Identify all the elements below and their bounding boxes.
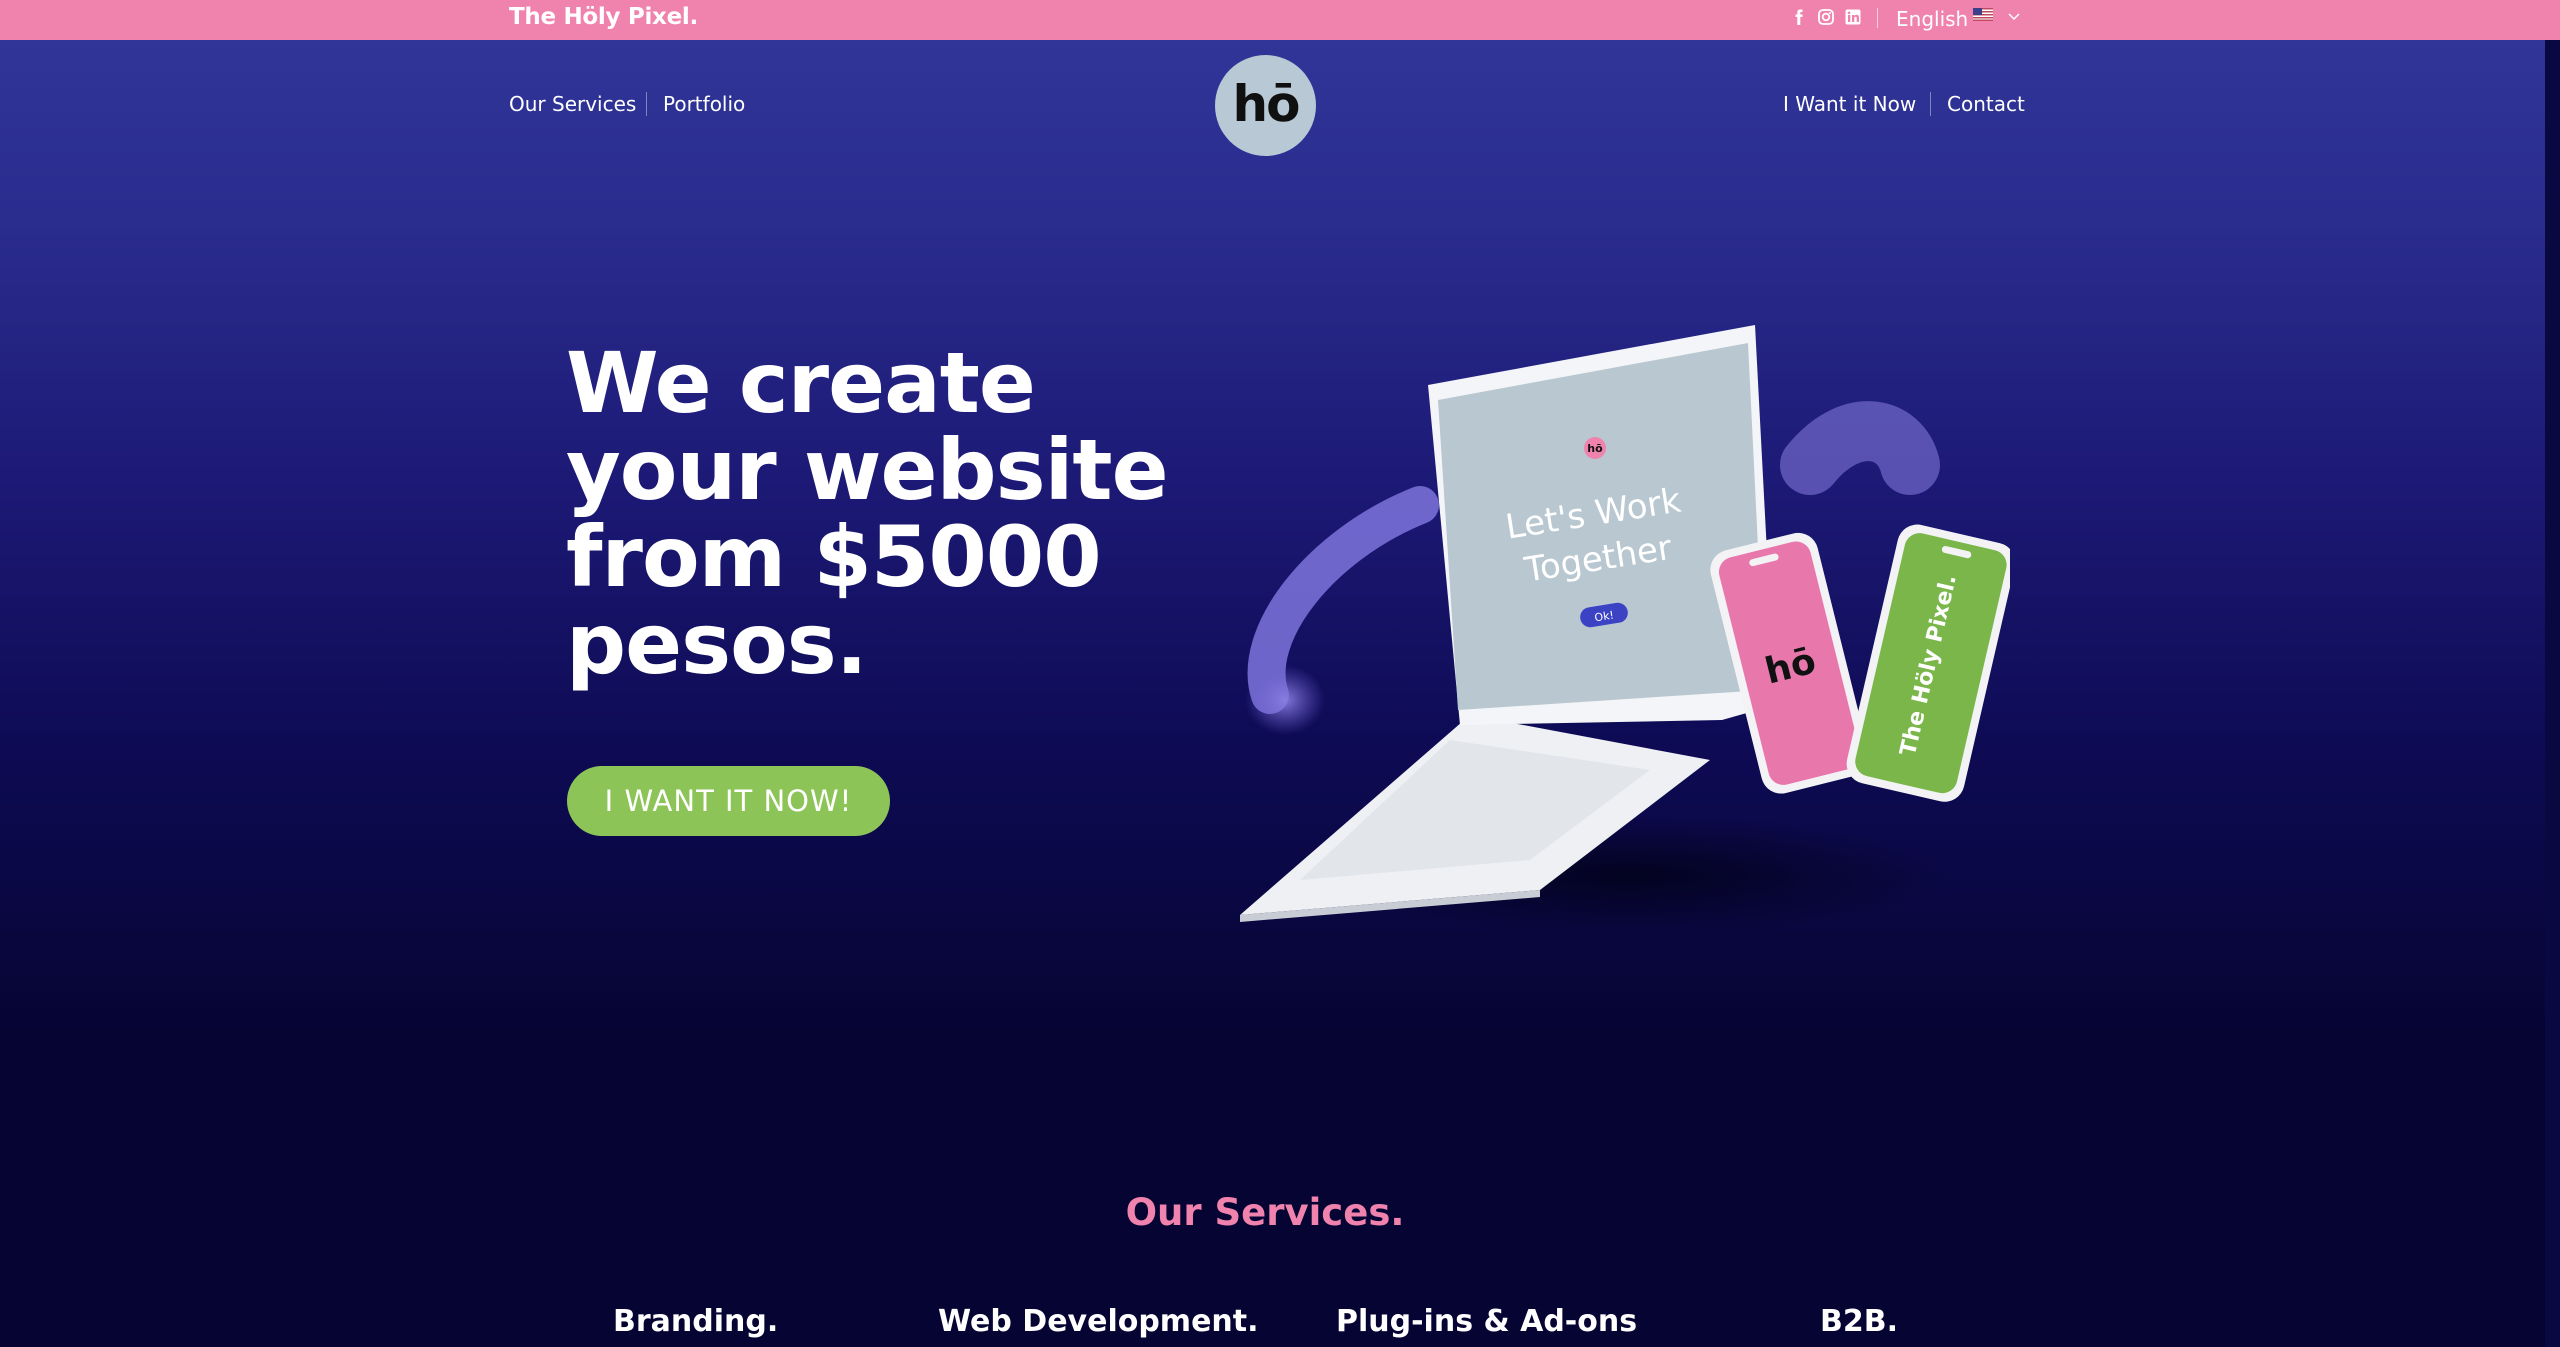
nav-contact[interactable]: Contact — [1947, 92, 2025, 116]
green-phone: The Höly Pixel. — [1846, 524, 2010, 802]
headline-line: your website — [566, 421, 1169, 519]
chevron-down-icon[interactable] — [2006, 8, 2022, 24]
device-mockup-illustration: hō Let's Work Together Ok! hō The Höly P… — [1240, 325, 2010, 935]
us-flag-icon[interactable] — [1973, 8, 1993, 21]
headline-line: from $5000 — [566, 508, 1102, 606]
i-want-it-now-button[interactable]: I WANT IT NOW! — [567, 766, 890, 836]
brand-wordmark[interactable]: The Höly Pixel. — [509, 4, 698, 30]
service-branding[interactable]: Branding. — [613, 1304, 778, 1339]
purple-swirl-right — [1780, 401, 1940, 495]
instagram-icon[interactable] — [1818, 9, 1834, 25]
facebook-icon[interactable] — [1791, 9, 1807, 25]
nav-divider — [646, 92, 647, 116]
hero-headline: We create your website from $5000 pesos. — [566, 340, 1206, 688]
logo-text: hō — [1232, 74, 1301, 133]
top-bar: The Höly Pixel. English — [0, 0, 2560, 40]
nav-our-services[interactable]: Our Services — [509, 92, 636, 116]
headline-line: pesos. — [566, 595, 868, 693]
service-plugins-addons[interactable]: Plug-ins & Ad-ons — [1336, 1304, 1637, 1339]
screen-badge-text: hō — [1587, 442, 1603, 455]
language-selector[interactable]: English — [1896, 7, 1968, 31]
nav-divider — [1930, 92, 1931, 116]
topbar-divider — [1877, 8, 1878, 28]
purple-glow — [1245, 665, 1325, 735]
service-b2b[interactable]: B2B. — [1820, 1304, 1898, 1339]
nav-portfolio[interactable]: Portfolio — [663, 92, 745, 116]
site-logo[interactable]: hō — [1215, 55, 1316, 156]
nav-i-want-it-now[interactable]: I Want it Now — [1783, 92, 1916, 116]
linkedin-icon[interactable] — [1845, 9, 1861, 25]
services-title: Our Services. — [1125, 1191, 1405, 1234]
headline-line: We create — [566, 334, 1036, 432]
page-scrollbar[interactable] — [2545, 40, 2560, 1347]
service-web-development[interactable]: Web Development. — [938, 1304, 1259, 1339]
